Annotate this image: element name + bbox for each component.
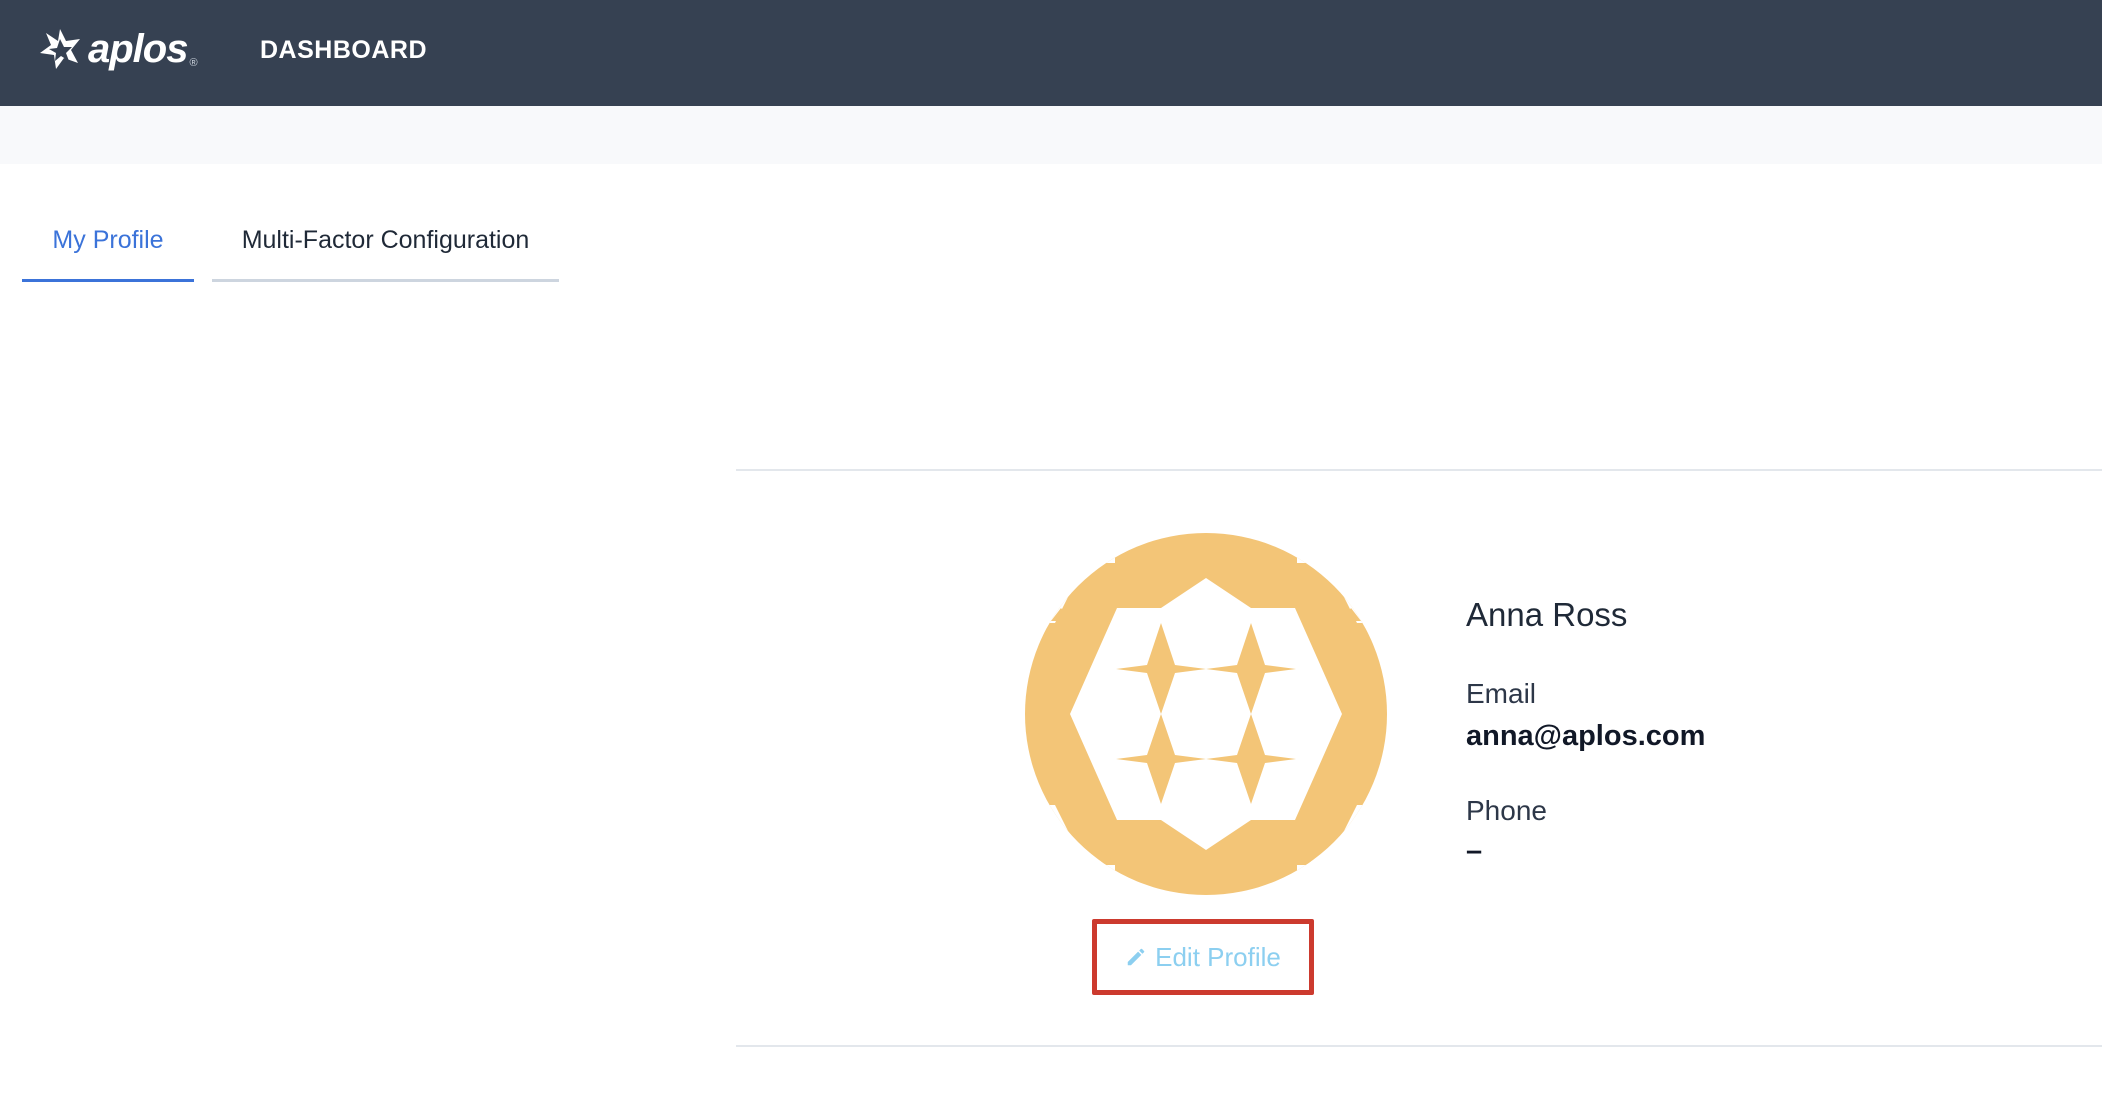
- profile-tabs: My Profile Multi-Factor Configuration: [22, 212, 559, 282]
- nav-dashboard-link[interactable]: DASHBOARD: [260, 36, 427, 65]
- pencil-icon: [1127, 948, 1145, 966]
- aplos-logo[interactable]: aplos ®: [36, 26, 198, 72]
- identicon-avatar: [1025, 533, 1387, 895]
- profile-name: Anna Ross: [1466, 596, 1628, 633]
- section-divider-top: [736, 469, 2102, 471]
- tab-multi-factor-configuration[interactable]: Multi-Factor Configuration: [212, 212, 559, 282]
- logo-text: aplos: [88, 26, 188, 71]
- edit-profile-label: Edit Profile: [1155, 941, 1281, 972]
- tab-my-profile[interactable]: My Profile: [22, 212, 194, 282]
- edit-profile-button[interactable]: Edit Profile: [1092, 919, 1314, 995]
- email-label: Email: [1466, 678, 1537, 709]
- profile-details: Anna Ross Email anna@aplos.com Phone –: [1466, 596, 1705, 868]
- registered-mark: ®: [189, 57, 198, 69]
- sub-header-bar: [0, 106, 2102, 164]
- phone-value: –: [1466, 835, 1483, 867]
- top-navigation-bar: aplos ® DASHBOARD: [0, 0, 2102, 106]
- phone-label: Phone: [1466, 795, 1547, 826]
- section-divider-bottom: [736, 1045, 2102, 1047]
- email-value: anna@aplos.com: [1466, 720, 1706, 752]
- aplos-logo-icon: [40, 29, 80, 69]
